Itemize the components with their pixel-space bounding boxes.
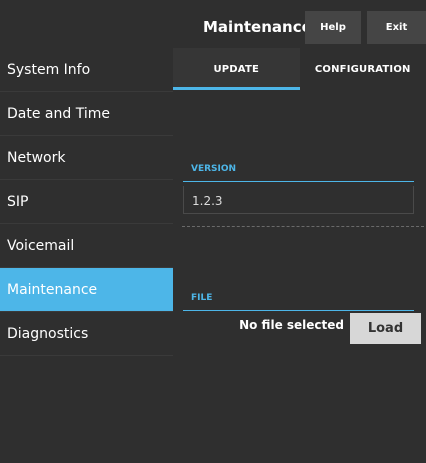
sidebar-item-label: Diagnostics bbox=[7, 325, 89, 342]
sidebar-item-maintenance[interactable]: Maintenance bbox=[0, 268, 173, 312]
help-button[interactable]: Help bbox=[305, 11, 361, 44]
sidebar-item-label: SIP bbox=[7, 193, 29, 210]
sidebar: System Info Date and Time Network SIP Vo… bbox=[0, 48, 173, 356]
sidebar-item-label: System Info bbox=[7, 61, 91, 78]
sidebar-item-voicemail[interactable]: Voicemail bbox=[0, 224, 173, 268]
version-value: 1.2.3 bbox=[192, 194, 223, 208]
tab-update[interactable]: UPDATE bbox=[173, 48, 300, 90]
tab-label: CONFIGURATION bbox=[314, 63, 411, 75]
file-divider bbox=[183, 310, 414, 311]
file-status: No file selected bbox=[239, 318, 344, 332]
load-button[interactable]: Load bbox=[350, 313, 421, 344]
section-divider bbox=[182, 226, 424, 227]
sidebar-item-diagnostics[interactable]: Diagnostics bbox=[0, 312, 173, 356]
sidebar-item-label: Date and Time bbox=[7, 105, 110, 122]
sidebar-item-system-info[interactable]: System Info bbox=[0, 48, 173, 92]
active-tab-indicator bbox=[173, 87, 300, 90]
version-label: VERSION bbox=[191, 164, 237, 174]
sidebar-item-date-and-time[interactable]: Date and Time bbox=[0, 92, 173, 136]
sidebar-item-label: Network bbox=[7, 149, 66, 166]
sidebar-item-sip[interactable]: SIP bbox=[0, 180, 173, 224]
file-label: FILE bbox=[191, 293, 213, 303]
tab-configuration[interactable]: CONFIGURATION bbox=[300, 48, 426, 90]
tab-bar: UPDATE CONFIGURATION bbox=[173, 48, 426, 90]
sidebar-item-network[interactable]: Network bbox=[0, 136, 173, 180]
sidebar-item-label: Voicemail bbox=[7, 237, 75, 254]
sidebar-item-label: Maintenance bbox=[7, 281, 98, 298]
version-divider bbox=[183, 181, 414, 182]
exit-button[interactable]: Exit bbox=[367, 11, 426, 44]
tab-label: UPDATE bbox=[213, 63, 260, 75]
page-title: Maintenance bbox=[203, 18, 312, 36]
